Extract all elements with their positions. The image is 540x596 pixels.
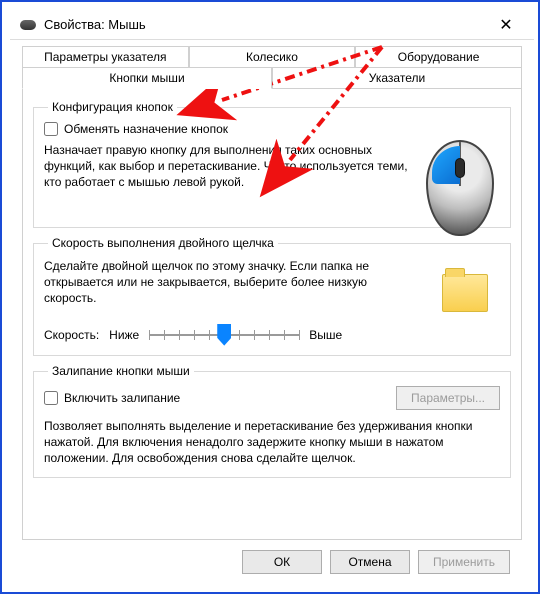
button-label: ОК bbox=[274, 555, 290, 569]
clicklock-checkbox-row[interactable]: Включить залипание bbox=[44, 391, 180, 405]
tab-hardware[interactable]: Оборудование bbox=[355, 46, 522, 68]
group-double-click: Скорость выполнения двойного щелчка Сдел… bbox=[33, 236, 511, 356]
titlebar: Свойства: Мышь ✕ bbox=[10, 10, 534, 40]
dblclick-speed-row: Скорость: Ниже bbox=[44, 325, 414, 345]
apply-button: Применить bbox=[418, 550, 510, 574]
button-label: Применить bbox=[433, 555, 495, 569]
group-legend: Конфигурация кнопок bbox=[48, 100, 177, 114]
speed-fast-label: Выше bbox=[309, 328, 342, 342]
tab-label: Колесико bbox=[246, 50, 298, 64]
swap-buttons-checkbox-row[interactable]: Обменять назначение кнопок bbox=[44, 122, 414, 136]
speed-slow-label: Ниже bbox=[109, 328, 139, 342]
clicklock-settings-button: Параметры... bbox=[396, 386, 500, 410]
clicklock-label: Включить залипание bbox=[64, 391, 180, 405]
button-label: Параметры... bbox=[411, 391, 485, 405]
tab-label: Кнопки мыши bbox=[109, 71, 184, 85]
dblclick-speed-slider[interactable] bbox=[149, 325, 299, 345]
mouse-properties-window: Свойства: Мышь ✕ Параметры указателя Кол… bbox=[10, 10, 534, 588]
mouse-icon bbox=[20, 20, 36, 30]
group-button-config: Конфигурация кнопок Обменять назначение … bbox=[33, 100, 511, 228]
close-button[interactable]: ✕ bbox=[486, 11, 526, 39]
button-label: Отмена bbox=[348, 555, 391, 569]
dialog-button-row: ОК Отмена Применить bbox=[22, 540, 522, 574]
speed-label: Скорость: bbox=[44, 328, 99, 342]
swap-buttons-desc: Назначает правую кнопку для выполнения т… bbox=[44, 142, 414, 191]
window-title: Свойства: Мышь bbox=[44, 17, 486, 32]
tab-wheel[interactable]: Колесико bbox=[189, 46, 356, 68]
dblclick-desc: Сделайте двойной щелчок по этому значку.… bbox=[44, 258, 414, 307]
dialog-body: Параметры указателя Колесико Оборудовани… bbox=[10, 40, 534, 588]
ok-button[interactable]: ОК bbox=[242, 550, 322, 574]
swap-buttons-label: Обменять назначение кнопок bbox=[64, 122, 228, 136]
tab-label: Указатели bbox=[369, 71, 425, 85]
tab-row-2: Кнопки мыши Указатели bbox=[22, 68, 522, 89]
swap-buttons-checkbox[interactable] bbox=[44, 122, 58, 136]
tab-pointer-options[interactable]: Параметры указателя bbox=[22, 46, 189, 68]
group-click-lock: Залипание кнопки мыши Включить залипание… bbox=[33, 364, 511, 478]
group-legend: Скорость выполнения двойного щелчка bbox=[48, 236, 278, 250]
cancel-button[interactable]: Отмена bbox=[330, 550, 410, 574]
clicklock-checkbox[interactable] bbox=[44, 391, 58, 405]
dblclick-test-folder-icon[interactable] bbox=[442, 274, 488, 312]
tab-label: Оборудование bbox=[398, 50, 480, 64]
tab-buttons[interactable]: Кнопки мыши bbox=[22, 67, 272, 89]
slider-thumb[interactable] bbox=[217, 324, 231, 346]
mouse-preview-image bbox=[426, 140, 498, 240]
tab-pointers[interactable]: Указатели bbox=[272, 67, 522, 89]
tab-row-1: Параметры указателя Колесико Оборудовани… bbox=[22, 46, 522, 68]
clicklock-desc: Позволяет выполнять выделение и перетаск… bbox=[44, 418, 500, 467]
group-legend: Залипание кнопки мыши bbox=[48, 364, 194, 378]
tab-label: Параметры указателя bbox=[44, 50, 166, 64]
tab-panel-buttons: Конфигурация кнопок Обменять назначение … bbox=[22, 88, 522, 540]
